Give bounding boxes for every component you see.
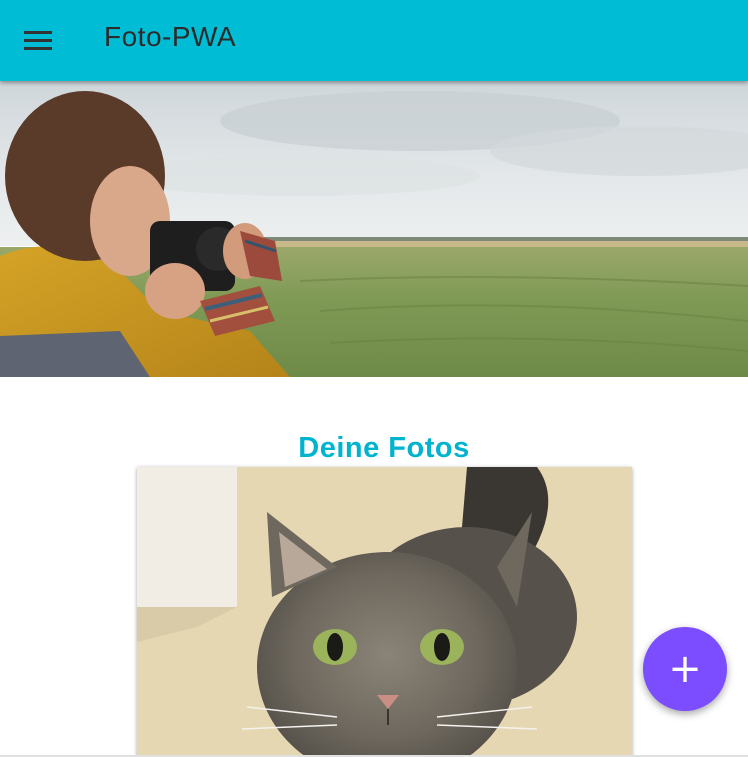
menu-button[interactable] xyxy=(20,24,56,56)
add-photo-button[interactable]: + xyxy=(643,627,727,711)
plus-icon: + xyxy=(668,646,702,692)
cat-photo xyxy=(137,467,632,757)
photo-card[interactable] xyxy=(137,467,632,757)
app-title: Foto-PWA xyxy=(104,21,237,52)
top-app-bar: Foto-PWA xyxy=(0,0,748,81)
app-root: Foto-PWA Deine Fotos + xyxy=(0,0,748,757)
menu-icon xyxy=(24,31,52,50)
section-title: Deine Fotos xyxy=(298,432,470,465)
hero-image xyxy=(0,81,748,377)
